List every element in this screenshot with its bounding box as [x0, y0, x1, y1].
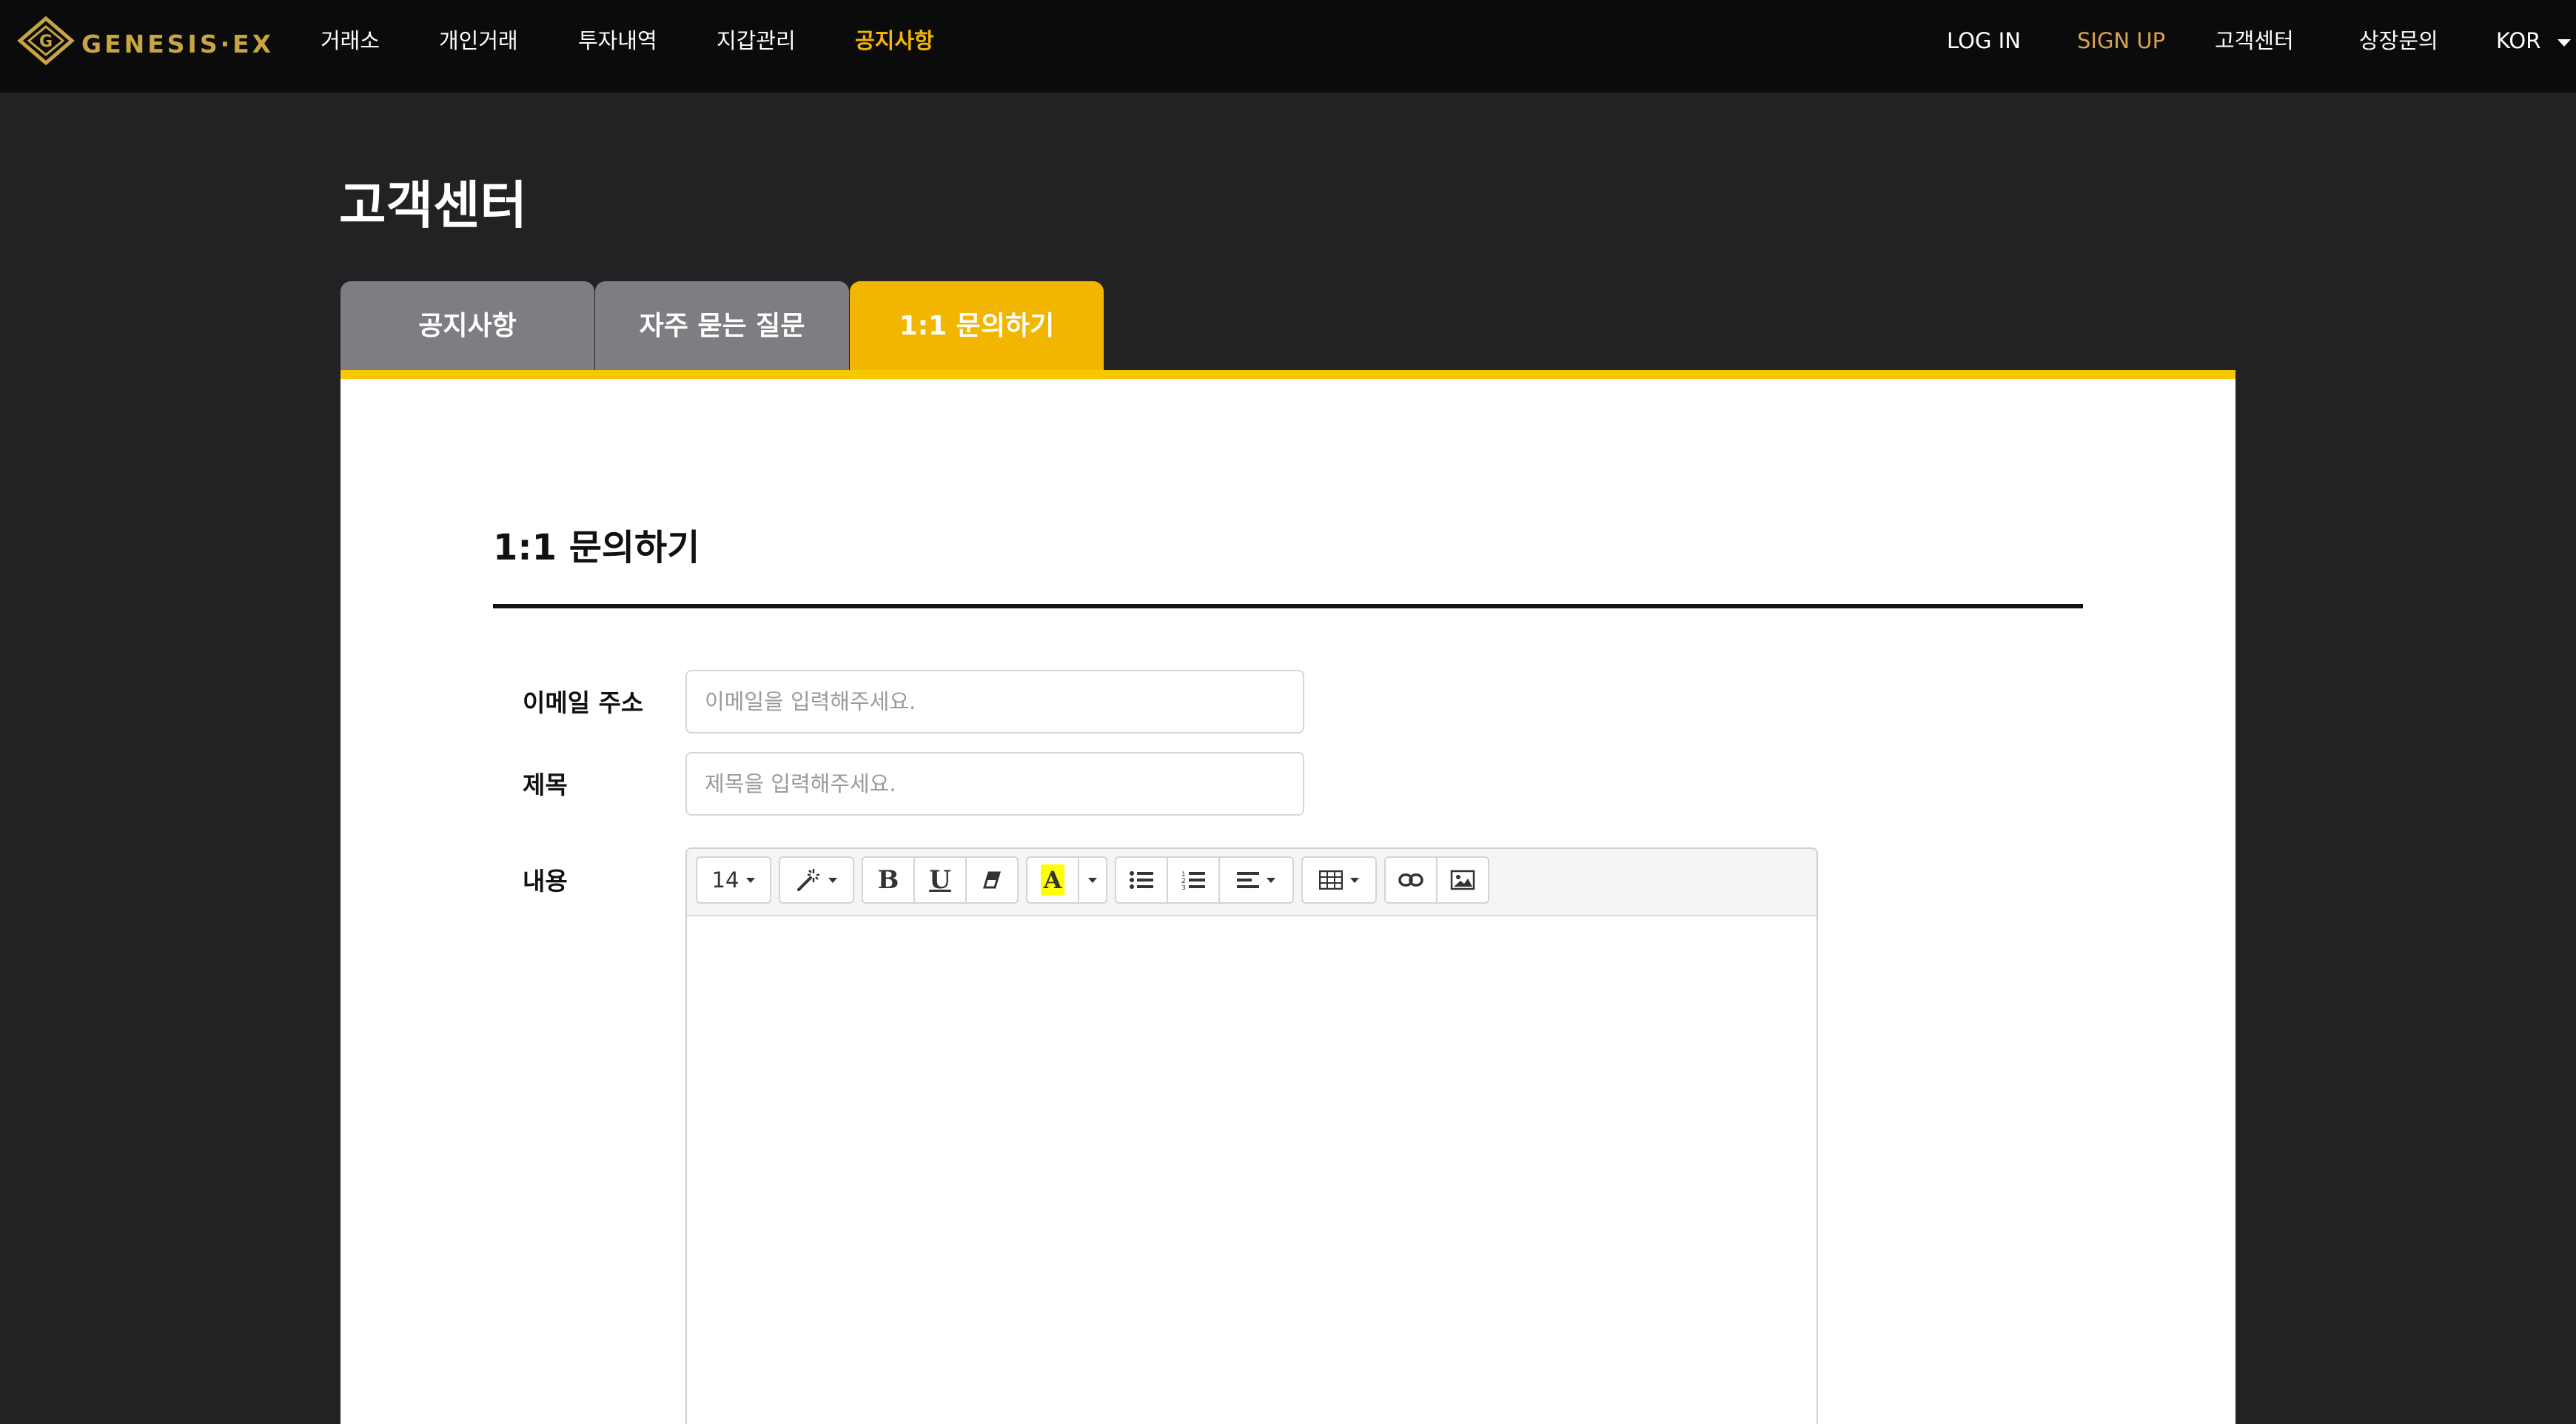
chevron-down-icon: [1350, 877, 1359, 883]
bold-button[interactable]: B: [862, 856, 915, 904]
chevron-down-icon: [828, 877, 837, 883]
clear-format-button[interactable]: [965, 856, 1019, 904]
tab-faq[interactable]: 자주 묻는 질문: [595, 281, 849, 372]
insert-link-button[interactable]: [1384, 856, 1438, 904]
bold-icon: B: [877, 865, 899, 895]
editor-content-area[interactable]: [687, 916, 1817, 1424]
email-input[interactable]: [685, 670, 1304, 733]
eraser-icon: [982, 871, 1002, 889]
tab-underline: [341, 370, 2235, 379]
text-color-button[interactable]: A: [1026, 856, 1079, 904]
svg-text:3: 3: [1181, 884, 1186, 890]
picture-icon: [1450, 870, 1475, 890]
top-navigation-bar: G GENESIS·EX 거래소 개인거래 투자내역 지갑관리 공지사항 LOG…: [0, 0, 2576, 93]
nav-listing-inquiry[interactable]: 상장문의: [2359, 22, 2438, 59]
nav-p2p-trade[interactable]: 개인거래: [439, 22, 518, 59]
chevron-down-icon: [1088, 877, 1097, 883]
nav-wallet[interactable]: 지갑관리: [717, 22, 796, 59]
page-title: 고객센터: [339, 176, 527, 235]
subject-label: 제목: [523, 770, 568, 799]
magic-wand-icon: [797, 869, 819, 891]
align-icon: [1237, 872, 1259, 888]
section-title: 1:1 문의하기: [493, 527, 700, 568]
subject-input[interactable]: [685, 752, 1304, 816]
ordered-list-button[interactable]: 1 2 3: [1167, 856, 1220, 904]
genesis-logo-icon: G: [17, 16, 75, 65]
table-icon: [1319, 870, 1343, 890]
nav-investment-history[interactable]: 투자내역: [578, 22, 657, 59]
unordered-list-icon: [1130, 871, 1153, 889]
language-selector[interactable]: KOR: [2496, 22, 2540, 59]
rich-text-editor: 14 B U A 1 2 3: [685, 847, 1818, 1424]
email-label: 이메일 주소: [523, 688, 644, 717]
ordered-list-icon: 1 2 3: [1181, 871, 1205, 890]
login-link[interactable]: LOG IN: [1947, 22, 2021, 59]
nav-notices[interactable]: 공지사항: [855, 22, 934, 59]
unordered-list-button[interactable]: [1115, 856, 1168, 904]
underline-icon: U: [929, 865, 951, 895]
signup-link[interactable]: SIGN UP: [2077, 22, 2165, 59]
svg-text:G: G: [39, 33, 53, 51]
nav-exchange[interactable]: 거래소: [321, 22, 380, 59]
link-icon: [1398, 873, 1423, 887]
chevron-down-icon: [746, 877, 756, 883]
content-label: 내용: [523, 867, 568, 896]
chevron-down-icon: [1267, 877, 1275, 883]
chevron-down-icon[interactable]: [2557, 39, 2571, 47]
underline-button[interactable]: U: [913, 856, 967, 904]
tab-inquiry[interactable]: 1:1 문의하기: [850, 281, 1104, 372]
text-color-dropdown[interactable]: [1078, 856, 1107, 904]
nav-customer-center[interactable]: 고객센터: [2215, 22, 2294, 59]
section-divider: [493, 604, 2083, 608]
font-size-dropdown[interactable]: 14: [696, 856, 771, 904]
editor-toolbar: 14 B U A 1 2 3: [687, 849, 1817, 916]
paragraph-align-dropdown[interactable]: [1218, 856, 1294, 904]
insert-picture-button[interactable]: [1436, 856, 1489, 904]
style-dropdown[interactable]: [779, 856, 854, 904]
text-color-icon: A: [1040, 864, 1065, 896]
tab-notices[interactable]: 공지사항: [341, 281, 594, 372]
insert-table-dropdown[interactable]: [1301, 856, 1377, 904]
logo-text: GENESIS·EX: [81, 30, 275, 58]
font-size-value: 14: [711, 867, 739, 893]
